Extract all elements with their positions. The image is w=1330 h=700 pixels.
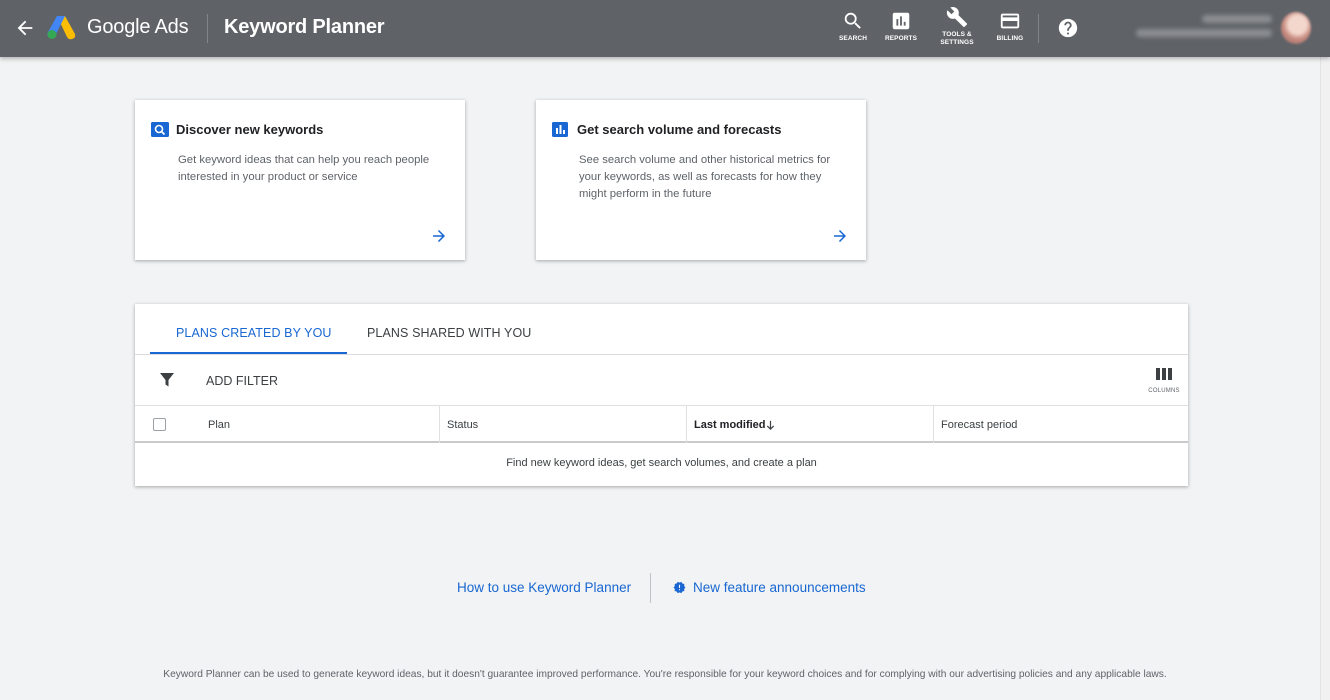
- header-divider-right: [1038, 14, 1039, 43]
- account-info[interactable]: [1132, 13, 1272, 43]
- filter-bar: ADD FILTER COLUMNS: [135, 355, 1188, 406]
- columns-icon: [1156, 368, 1172, 380]
- reports-button[interactable]: REPORTS: [882, 6, 920, 52]
- add-filter-button[interactable]: ADD FILTER: [206, 374, 278, 388]
- disclaimer-text: Keyword Planner can be used to generate …: [163, 669, 1167, 680]
- column-header-forecast-period[interactable]: Forecast period: [933, 406, 1188, 443]
- help-icon[interactable]: [1057, 17, 1079, 39]
- select-all-checkbox[interactable]: [153, 418, 166, 431]
- column-header-plan[interactable]: Plan: [201, 406, 439, 443]
- plans-panel: PLANS CREATED BY YOU PLANS SHARED WITH Y…: [135, 304, 1188, 486]
- select-all-cell: [135, 406, 195, 443]
- arrow-forward-icon[interactable]: [430, 227, 448, 245]
- active-tab-indicator: [150, 352, 347, 354]
- tab-plans-shared-with-you[interactable]: PLANS SHARED WITH YOU: [367, 326, 531, 340]
- credit-card-icon: [1000, 13, 1020, 29]
- discover-keywords-card[interactable]: Discover new keywords Get keyword ideas …: [135, 100, 465, 260]
- brand-name: Google Ads: [87, 16, 189, 38]
- search-box-icon: [151, 122, 169, 137]
- avatar[interactable]: [1281, 12, 1311, 44]
- back-arrow-icon[interactable]: [14, 17, 36, 39]
- wrench-icon: [946, 7, 968, 28]
- tab-plans-created-by-you[interactable]: PLANS CREATED BY YOU: [176, 326, 332, 340]
- account-email-redacted: [1136, 29, 1272, 37]
- card-description: See search volume and other historical m…: [579, 154, 831, 200]
- card-title: Discover new keywords: [176, 122, 324, 137]
- reports-button-label: REPORTS: [884, 35, 918, 42]
- billing-button[interactable]: BILLING: [992, 6, 1028, 52]
- page-scrollbar[interactable]: [1320, 57, 1330, 700]
- table-header: Plan Status Last modified Forecast perio…: [135, 406, 1188, 443]
- search-volume-card[interactable]: Get search volume and forecasts See sear…: [536, 100, 866, 260]
- empty-state-message: Find new keyword ideas, get search volum…: [506, 457, 817, 469]
- column-header-last-modified[interactable]: Last modified: [686, 406, 933, 443]
- column-header-last-modified-label: Last modified: [694, 419, 766, 431]
- tools-label-line1: TOOLS &: [942, 31, 972, 38]
- new-badge-icon: [673, 581, 686, 594]
- footer-link-divider: [650, 573, 651, 603]
- sort-descending-icon: [766, 420, 775, 431]
- top-app-bar: Google Ads Keyword Planner SEARCH REPORT…: [0, 0, 1330, 57]
- tools-button-label: TOOLS & SETTINGS: [940, 31, 973, 47]
- card-description: Get keyword ideas that can help you reac…: [178, 154, 430, 183]
- search-icon: [844, 12, 861, 29]
- tools-label-line2: SETTINGS: [940, 39, 974, 46]
- arrow-forward-icon[interactable]: [831, 227, 849, 245]
- columns-button-label: COLUMNS: [1148, 388, 1180, 394]
- card-title: Get search volume and forecasts: [577, 122, 782, 137]
- columns-button[interactable]: COLUMNS: [1144, 367, 1184, 397]
- bar-chart-icon: [552, 122, 568, 137]
- page-title: Keyword Planner: [224, 16, 385, 38]
- account-id-redacted: [1202, 15, 1272, 23]
- how-to-use-link[interactable]: How to use Keyword Planner: [457, 580, 631, 595]
- tools-settings-button[interactable]: TOOLS & SETTINGS: [936, 6, 978, 52]
- plans-tabs: PLANS CREATED BY YOU PLANS SHARED WITH Y…: [135, 304, 1188, 355]
- search-button-label: SEARCH: [838, 35, 868, 42]
- column-header-status[interactable]: Status: [439, 406, 686, 443]
- billing-button-label: BILLING: [996, 35, 1024, 42]
- header-divider: [207, 14, 208, 43]
- google-ads-logo: [47, 16, 76, 40]
- reports-icon: [892, 12, 910, 30]
- filter-icon[interactable]: [159, 372, 175, 388]
- new-feature-announcements-link[interactable]: New feature announcements: [693, 580, 866, 595]
- search-button[interactable]: SEARCH: [836, 6, 870, 52]
